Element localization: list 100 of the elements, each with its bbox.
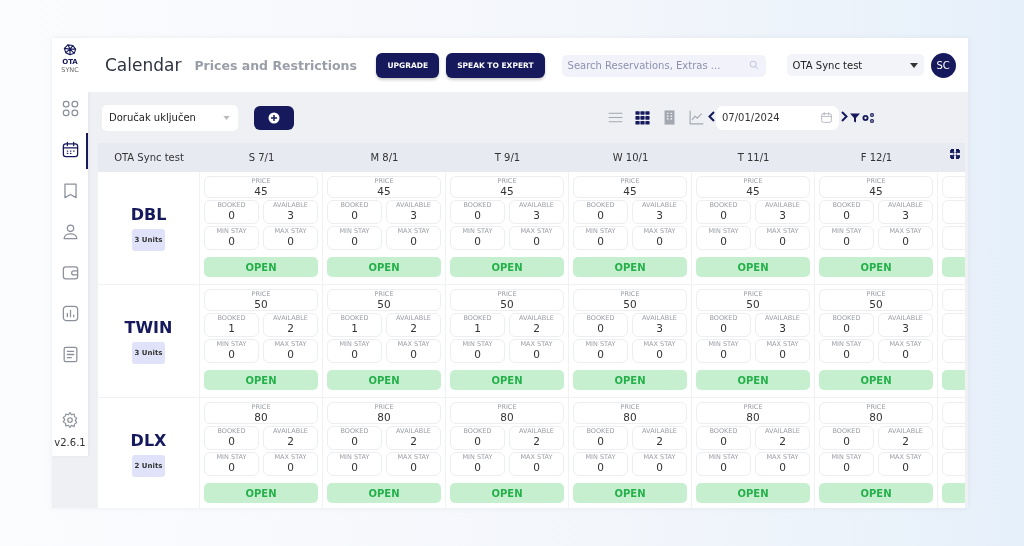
version-label: v2.6.1 xyxy=(54,437,86,448)
chevron-left-icon xyxy=(707,111,715,122)
field-value: 0 xyxy=(779,235,786,247)
field-value: 0 xyxy=(351,209,358,221)
day-header: S 7/1 xyxy=(247,152,276,163)
field-value: 0 xyxy=(720,461,727,473)
field-value: 80 xyxy=(746,411,760,423)
field-value: 3 xyxy=(533,209,540,221)
grid-view-toggle[interactable] xyxy=(633,108,652,127)
field-value: 0 xyxy=(597,348,604,360)
field-value: 0 xyxy=(843,235,850,247)
field-value: 2 xyxy=(656,435,663,447)
day-header: W 10/1 xyxy=(611,152,650,163)
field-value: 50 xyxy=(377,298,391,310)
field-value: 3 xyxy=(779,209,786,221)
field-value: 0 xyxy=(533,235,540,247)
caret-icon xyxy=(909,62,918,68)
field-value: 0 xyxy=(597,322,604,334)
field-value: 0 xyxy=(902,461,909,473)
field-value: 0 xyxy=(474,435,481,447)
calendar-icon xyxy=(60,140,80,159)
property-select[interactable]: OTA Sync test xyxy=(786,54,924,76)
field-value: 0 xyxy=(656,461,663,473)
field-value: 1 xyxy=(228,322,235,334)
field-value: 0 xyxy=(410,235,417,247)
filter-icon[interactable] xyxy=(849,111,861,124)
field-value: 2 xyxy=(902,435,909,447)
field-value: 2 xyxy=(533,322,540,334)
chevron-right-icon xyxy=(840,111,848,122)
field-value: 80 xyxy=(869,411,883,423)
field-value: 45 xyxy=(500,185,514,197)
date-field[interactable]: 07/01/2024 xyxy=(716,105,839,130)
line-chart-icon xyxy=(688,109,705,126)
field-value: 0 xyxy=(843,435,850,447)
field-value: 1 xyxy=(474,322,481,334)
field-value: 50 xyxy=(500,298,514,310)
field-value: 0 xyxy=(410,348,417,360)
field-value: 0 xyxy=(410,461,417,473)
field-value: 0 xyxy=(656,235,663,247)
wallet-icon xyxy=(60,263,80,282)
field-value: 0 xyxy=(843,461,850,473)
add-button[interactable] xyxy=(254,105,294,130)
plus-circle-icon xyxy=(268,111,280,124)
expand-icon[interactable] xyxy=(950,149,960,159)
page-subtitle: Prices and Restrictions xyxy=(194,57,358,73)
field-value: 0 xyxy=(720,209,727,221)
field-value: 0 xyxy=(351,235,358,247)
field-value: 3 xyxy=(779,322,786,334)
field-value: 0 xyxy=(720,435,727,447)
field-value: 0 xyxy=(779,348,786,360)
settings-icon xyxy=(61,411,79,429)
field-value: 45 xyxy=(254,185,268,197)
room-name: DLX xyxy=(130,431,167,450)
chart-icon xyxy=(60,304,80,323)
grid-icon xyxy=(60,99,80,118)
field-value: 0 xyxy=(902,348,909,360)
calendar-icon xyxy=(820,111,833,124)
field-value: 80 xyxy=(377,411,391,423)
field-value: 2 xyxy=(287,435,294,447)
property-name: OTA Sync test xyxy=(113,152,185,163)
field-value: 0 xyxy=(902,235,909,247)
field-value: 80 xyxy=(623,411,637,423)
field-value: 3 xyxy=(656,209,663,221)
field-value: 2 xyxy=(410,435,417,447)
field-value: 50 xyxy=(254,298,268,310)
field-value: 0 xyxy=(287,348,294,360)
field-value: 0 xyxy=(474,348,481,360)
field-value: 0 xyxy=(779,461,786,473)
field-value: 0 xyxy=(533,461,540,473)
field-value: 3 xyxy=(287,209,294,221)
field-value: 0 xyxy=(720,348,727,360)
field-value: 2 xyxy=(533,435,540,447)
field-value: 80 xyxy=(500,411,514,423)
search-field[interactable]: Search Reservations, Extras ... xyxy=(561,54,766,77)
page-title: Calendar xyxy=(105,55,182,75)
field-value: 0 xyxy=(843,348,850,360)
field-value: 0 xyxy=(843,209,850,221)
field-value: 3 xyxy=(902,209,909,221)
field-value: 3 xyxy=(902,322,909,334)
field-value: 0 xyxy=(597,209,604,221)
day-header: F 12/1 xyxy=(859,152,894,163)
search-icon xyxy=(748,60,759,70)
field-value: 45 xyxy=(377,185,391,197)
rate-plan-select[interactable]: Doručak uključen xyxy=(102,104,238,131)
field-value: 0 xyxy=(228,209,235,221)
field-value: 0 xyxy=(474,209,481,221)
settings-icon[interactable] xyxy=(861,111,875,124)
day-header: M 8/1 xyxy=(369,152,400,163)
field-value: 50 xyxy=(869,298,883,310)
line-chart-toggle[interactable] xyxy=(687,108,706,127)
user-avatar[interactable]: SC xyxy=(930,52,956,78)
field-value: 1 xyxy=(351,322,358,334)
field-value: 0 xyxy=(843,322,850,334)
next-button[interactable] xyxy=(839,111,849,124)
field-value: 0 xyxy=(228,235,235,247)
field-value: 0 xyxy=(228,348,235,360)
previous-button[interactable] xyxy=(706,111,716,124)
field-value: 50 xyxy=(623,298,637,310)
field-value: 0 xyxy=(597,461,604,473)
field-value: 0 xyxy=(720,235,727,247)
